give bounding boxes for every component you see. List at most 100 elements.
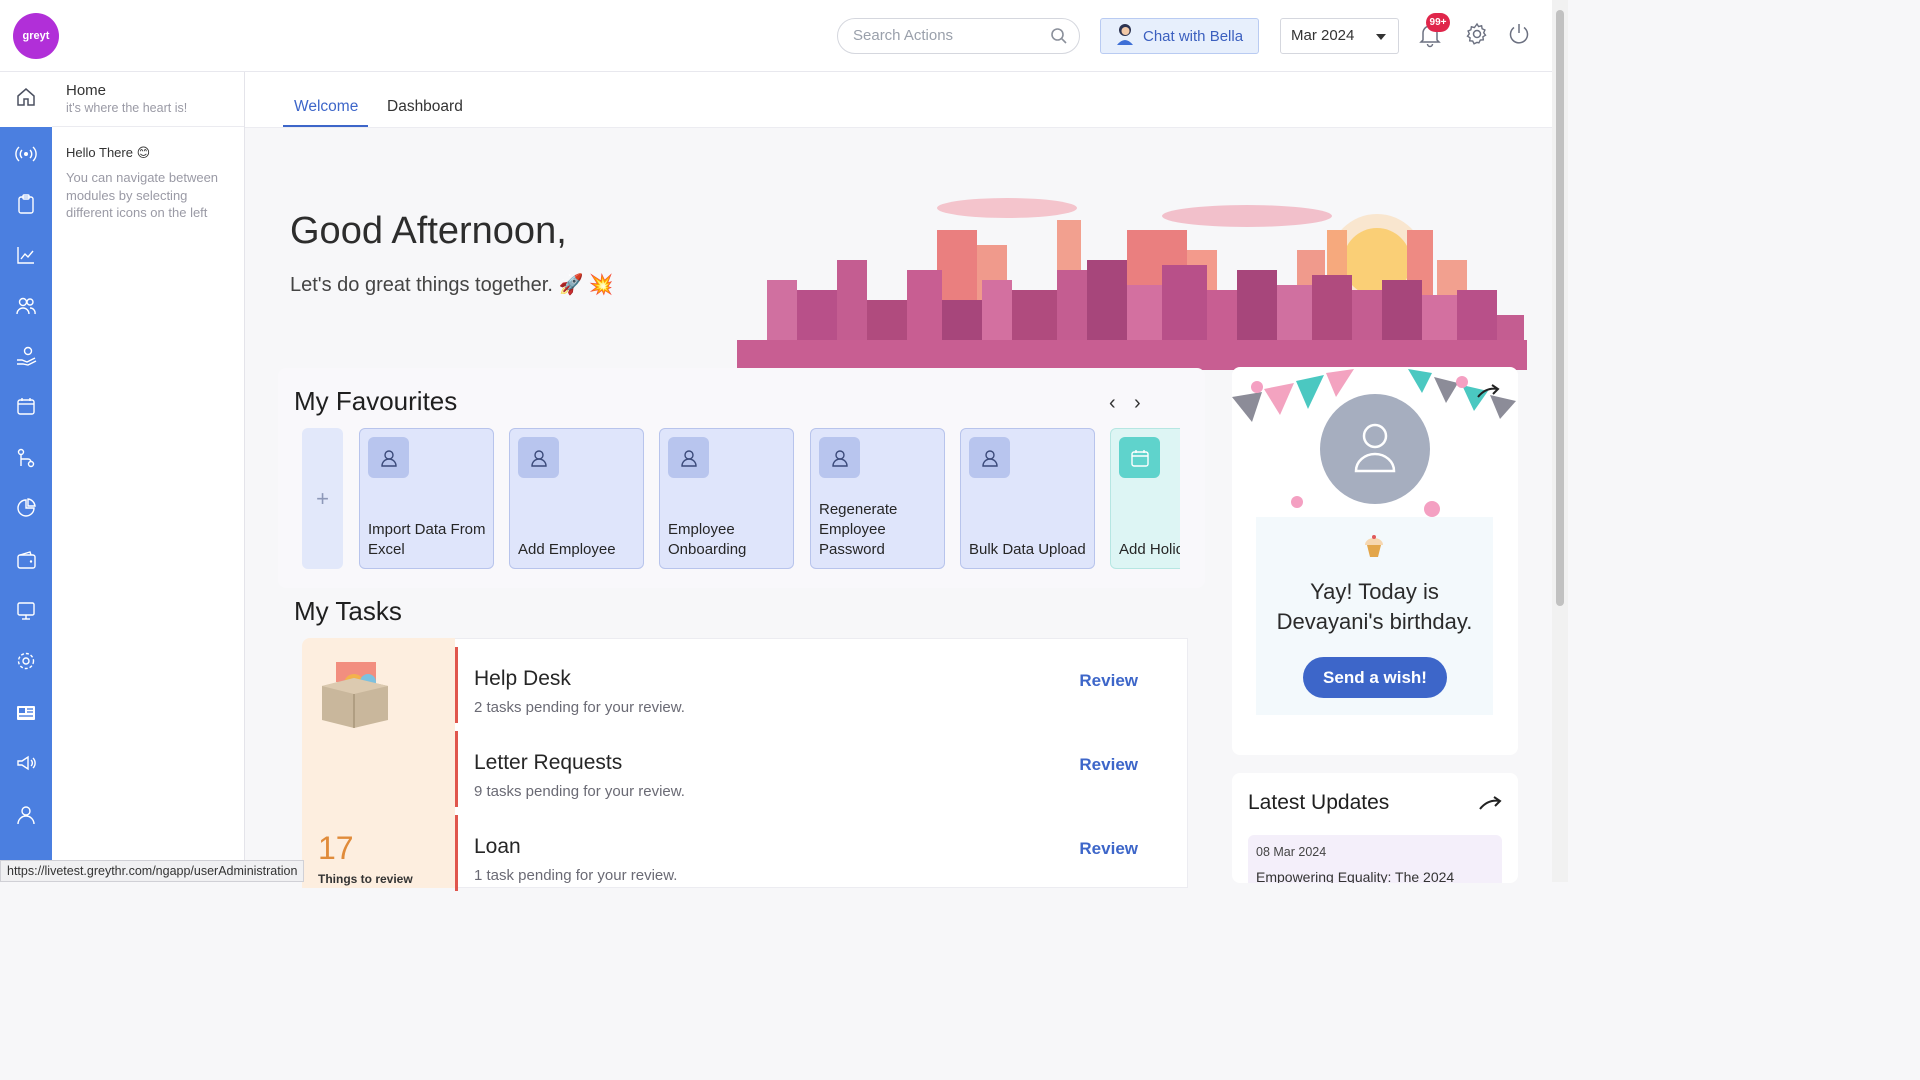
notification-badge: 99+ [1426, 13, 1450, 32]
task-accent-bar [455, 647, 458, 723]
update-date: 08 Mar 2024 [1256, 845, 1327, 859]
user-icon [368, 437, 409, 478]
task-accent-bar [455, 731, 458, 807]
sidebar-item-home[interactable] [0, 72, 52, 127]
greythr-logo[interactable]: greyt [13, 13, 59, 59]
tab-welcome[interactable]: Welcome [294, 98, 358, 116]
wallet-icon[interactable] [14, 548, 38, 572]
favourites-title: My Favourites [294, 386, 458, 416]
chevron-left-icon[interactable]: ‹ [1109, 392, 1116, 415]
profile-icon[interactable] [14, 803, 38, 827]
task-accent-bar [455, 815, 458, 891]
bella-avatar-icon [1115, 23, 1135, 49]
greeting-subtitle: Let's do great things together. 🚀 💥 [290, 274, 614, 296]
module-subpanel: Home it's where the heart is! Hello Ther… [52, 72, 245, 882]
review-link[interactable]: Review [1079, 671, 1138, 691]
chat-with-bella-button[interactable]: Chat with Bella [1100, 18, 1259, 54]
month-select[interactable]: Mar 2024 [1280, 18, 1399, 54]
review-link[interactable]: Review [1079, 839, 1138, 859]
chevron-right-icon[interactable]: › [1134, 392, 1141, 415]
top-bar: greyt Chat with Bella Mar 2024 99+ [0, 0, 1552, 72]
broadcast-icon[interactable] [14, 142, 38, 166]
people-icon[interactable] [14, 294, 38, 318]
update-headline: Empowering Equality: The 2024 [1256, 869, 1455, 883]
user-icon [969, 437, 1010, 478]
task-description: 1 task pending for your review. [474, 867, 678, 884]
task-item-letter-requests: Letter Requests 9 tasks pending for your… [455, 731, 1188, 807]
gear-icon[interactable] [1465, 22, 1489, 51]
search-icon[interactable] [1050, 27, 1068, 50]
tasks-count-label: Things to review [318, 872, 413, 886]
clipboard-icon[interactable] [14, 192, 38, 216]
hand-coin-icon[interactable] [14, 344, 38, 368]
active-tab-indicator [283, 125, 368, 127]
favourite-add-holiday[interactable]: Add Holid [1110, 428, 1180, 569]
analytics-icon[interactable] [14, 243, 38, 267]
task-item-help-desk: Help Desk 2 tasks pending for your revie… [455, 647, 1188, 723]
module-sidebar [0, 72, 52, 882]
cupcake-icon [1365, 535, 1383, 557]
greeting-title: Good Afternoon, [290, 210, 567, 252]
home-icon [15, 86, 37, 113]
favourite-label: Import Data From Excel [368, 521, 486, 558]
tab-dashboard[interactable]: Dashboard [387, 98, 463, 116]
workflow-icon[interactable] [14, 446, 38, 470]
scrollbar-thumb[interactable] [1556, 10, 1564, 606]
task-title: Loan [474, 835, 521, 858]
month-value: Mar 2024 [1291, 27, 1355, 44]
calendar-icon[interactable] [14, 394, 38, 418]
plus-icon: + [316, 485, 329, 511]
calendar-icon [1119, 437, 1160, 478]
tasks-count: 17 [318, 830, 354, 866]
favourite-label: Bulk Data Upload [969, 541, 1086, 558]
review-link[interactable]: Review [1079, 755, 1138, 775]
city-skyline-illustration [737, 198, 1527, 370]
navigation-hint: You can navigate between modules by sele… [66, 170, 219, 220]
search-input[interactable] [853, 27, 1043, 44]
task-description: 9 tasks pending for your review. [474, 783, 685, 800]
subpanel-title: Home [66, 82, 107, 99]
chat-label: Chat with Bella [1143, 27, 1244, 45]
arrow-right-icon[interactable] [1476, 383, 1500, 404]
hello-heading: Hello There 😊 [66, 145, 151, 160]
task-item-loan: Loan 1 task pending for your review. Rev… [455, 815, 1188, 891]
settings-icon[interactable] [14, 649, 38, 673]
task-title: Help Desk [474, 667, 571, 690]
favourite-employee-onboarding[interactable]: Employee Onboarding [659, 428, 794, 569]
birthday-card: Yay! Today is Devayani's birthday. Send … [1232, 367, 1518, 755]
user-icon [668, 437, 709, 478]
favourite-add-employee[interactable]: Add Employee [509, 428, 644, 569]
pie-chart-icon[interactable] [14, 496, 38, 520]
favourite-label: Add Holid [1119, 541, 1180, 558]
update-item[interactable]: 08 Mar 2024 Empowering Equality: The 202… [1248, 835, 1502, 883]
chevron-down-icon [1376, 34, 1386, 40]
favourite-import-data[interactable]: Import Data From Excel [359, 428, 494, 569]
latest-updates-title: Latest Updates [1248, 791, 1390, 814]
news-icon[interactable] [14, 701, 38, 725]
subpanel-header: Home it's where the heart is! [52, 72, 244, 127]
arrow-right-icon[interactable] [1478, 795, 1502, 816]
add-favourite-button[interactable]: + [302, 428, 343, 569]
user-icon [819, 437, 860, 478]
birthday-message: Yay! Today is Devayani's birthday. [1276, 579, 1473, 634]
monitor-icon[interactable] [14, 599, 38, 623]
power-icon[interactable] [1507, 22, 1531, 51]
link-status-bar: https://livetest.greythr.com/ngapp/userA… [0, 860, 305, 882]
megaphone-icon[interactable] [14, 751, 38, 775]
box-illustration [322, 662, 388, 728]
page-scrollbar[interactable] [1552, 0, 1568, 882]
page-tabs: Welcome Dashboard [245, 72, 1552, 128]
subpanel-subtitle: it's where the heart is! [66, 101, 188, 115]
favourite-label: Regenerate Employee Password [819, 501, 898, 558]
send-wish-button[interactable]: Send a wish! [1303, 657, 1447, 698]
task-description: 2 tasks pending for your review. [474, 699, 685, 716]
favourite-clip: Add Holid [1110, 428, 1180, 569]
task-title: Letter Requests [474, 751, 623, 774]
tasks-title: My Tasks [294, 596, 402, 626]
search-box[interactable] [837, 18, 1080, 54]
favourite-bulk-data-upload[interactable]: Bulk Data Upload [960, 428, 1095, 569]
favourite-label: Add Employee [518, 541, 616, 558]
latest-updates-card: Latest Updates 08 Mar 2024 Empowering Eq… [1232, 773, 1518, 883]
favourite-label: Employee Onboarding [668, 521, 747, 558]
favourite-regenerate-password[interactable]: Regenerate Employee Password [810, 428, 945, 569]
